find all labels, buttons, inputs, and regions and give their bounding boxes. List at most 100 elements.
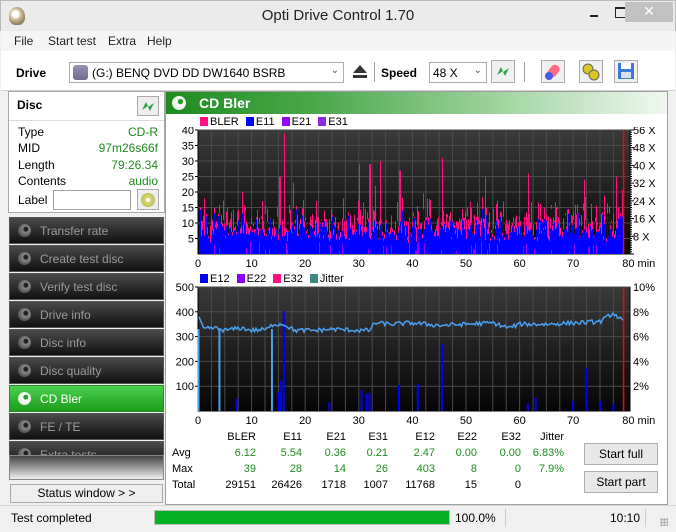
y2-tick-label: 4% <box>633 356 649 368</box>
chevron-down-icon: ⌄ <box>473 65 482 76</box>
nav-item-verify-test-disc[interactable]: Verify test disc <box>9 273 164 300</box>
x-tick-label: 40 <box>406 415 418 427</box>
y2-tick-label: 10% <box>633 282 655 294</box>
stats-value: 11768 <box>405 479 435 491</box>
nav-item-disc-info[interactable]: Disc info <box>9 329 164 356</box>
erase-button[interactable] <box>541 60 565 83</box>
main-panel: CD Bler BLER E11 E21 E31 5 10 15 20 25 30 35 40… <box>165 91 668 505</box>
toolbar: Drive (G:) BENQ DVD DD DW1640 BSRB ⌄ Spe… <box>1 51 675 91</box>
disc-tool-icon <box>18 308 31 321</box>
refresh-speed-button[interactable] <box>491 60 515 83</box>
resize-grip[interactable] <box>660 518 668 526</box>
stats-value: 29151 <box>225 479 256 491</box>
save-button[interactable] <box>614 60 638 83</box>
status-text: Test completed <box>11 511 92 525</box>
x-tick-label: 50 <box>460 258 472 270</box>
y-tick-label: 200 <box>176 356 194 368</box>
label-input[interactable] <box>53 190 131 210</box>
x-tick-label: 20 <box>299 415 311 427</box>
x-tick-label: 30 <box>353 415 365 427</box>
stats-value: 15 <box>464 479 477 491</box>
nav-item-label: Disc info <box>40 336 87 350</box>
disc-tool-icon <box>18 280 31 293</box>
cd-bler-icon <box>172 96 186 110</box>
y-tick-label: 40 <box>182 127 194 137</box>
x-tick-label: 80 min <box>622 415 655 427</box>
legend-swatch <box>281 117 290 126</box>
drive-label: Drive <box>16 66 47 80</box>
status-window-button[interactable]: Status window > > <box>10 484 163 503</box>
x-tick-label: 80 min <box>622 258 655 270</box>
menu-bar: File Start test Extra Help <box>1 31 675 51</box>
x-tick-label: 0 <box>195 258 201 270</box>
progress-fill <box>155 511 449 524</box>
x-tick-label: 40 <box>406 258 418 270</box>
window-title: Opti Drive Control 1.70 <box>261 7 415 24</box>
minimize-button[interactable] <box>581 2 609 22</box>
drive-value: (G:) BENQ DVD DD DW1640 BSRB <box>92 66 286 80</box>
start-full-button[interactable]: Start full <box>584 443 658 465</box>
settings-button[interactable] <box>579 60 603 83</box>
legend-swatch <box>200 117 208 126</box>
speed-select[interactable]: 48 X ⌄ <box>429 62 487 83</box>
nav-item-disc-quality[interactable]: Disc quality <box>9 357 164 384</box>
y-tick-label: 300 <box>176 332 194 344</box>
stats-value: 28 <box>289 463 302 475</box>
close-button[interactable]: ✕ <box>625 2 673 22</box>
y2-tick-label: 6% <box>633 332 649 344</box>
y-tick-label: 25 <box>182 172 194 184</box>
disc-refresh-button[interactable] <box>137 96 159 116</box>
panel-title: CD Bler <box>199 95 251 111</box>
stats-value: 0.21 <box>366 447 388 459</box>
y2-tick-label: 32 X <box>633 178 656 190</box>
stats-col-header: E22 <box>457 431 477 443</box>
stats-value: 403 <box>416 463 435 475</box>
nav-item-cd-bler[interactable]: CD Bler <box>9 385 164 412</box>
nav-item-label: Create test disc <box>40 252 124 266</box>
stats-col-header: E21 <box>326 431 346 443</box>
stats-col-header: E12 <box>415 431 435 443</box>
menu-help[interactable]: Help <box>147 34 172 48</box>
nav-item-create-test-disc[interactable]: Create test disc <box>9 245 164 272</box>
menu-file[interactable]: File <box>14 34 33 48</box>
stats-value: 2.47 <box>413 447 435 459</box>
nav-item-label: Verify test disc <box>40 280 118 294</box>
eject-button[interactable] <box>349 61 371 84</box>
disc-tool-icon <box>18 364 31 377</box>
start-part-button[interactable]: Start part <box>584 471 658 493</box>
stats-value: 26426 <box>271 479 302 491</box>
nav-item-transfer-rate[interactable]: Transfer rate <box>9 217 164 244</box>
stats-value: 5.54 <box>280 447 302 459</box>
x-tick-label: 50 <box>460 415 472 427</box>
stats-value: 0.00 <box>455 447 477 459</box>
disc-title: Disc <box>17 98 43 112</box>
x-tick-label: 10 <box>245 258 257 270</box>
stats-value: 0.36 <box>324 447 346 459</box>
y-tick-label: 100 <box>176 381 194 393</box>
menu-extra[interactable]: Extra <box>108 34 136 48</box>
drive-icon <box>73 65 88 80</box>
divider <box>645 509 646 527</box>
stats-value: 6.12 <box>234 447 256 459</box>
stats-value: 39 <box>243 463 256 475</box>
progress-bar <box>154 510 450 525</box>
y-tick-label: 35 <box>182 141 194 153</box>
bler-chart: 5 10 15 20 25 30 35 40 8 X 16 X 24 X 32 X 40 X 48 X 56… <box>182 127 657 270</box>
stats-value: 14 <box>333 463 346 475</box>
y-tick-label: 20 <box>182 187 194 199</box>
stats-value: 26 <box>375 463 388 475</box>
disc-tool-icon <box>18 224 31 237</box>
x-tick-label: 70 <box>567 415 579 427</box>
chevron-down-icon: ⌄ <box>330 65 339 76</box>
stats-col-header: Jitter <box>540 431 564 443</box>
menu-start-test[interactable]: Start test <box>48 34 96 48</box>
nav-item-drive-info[interactable]: Drive info <box>9 301 164 328</box>
drive-select[interactable]: (G:) BENQ DVD DD DW1640 BSRB ⌄ <box>69 62 344 83</box>
y-tick-label: 500 <box>176 282 194 294</box>
nav-item-label: Transfer rate <box>40 224 109 238</box>
disc-label-button[interactable] <box>137 189 159 210</box>
disc-tool-icon <box>18 252 31 265</box>
nav-item-label: Drive info <box>40 308 91 322</box>
nav-item-fe-te[interactable]: FE / TE <box>9 413 164 440</box>
progress-text: 100.0% <box>455 511 496 525</box>
